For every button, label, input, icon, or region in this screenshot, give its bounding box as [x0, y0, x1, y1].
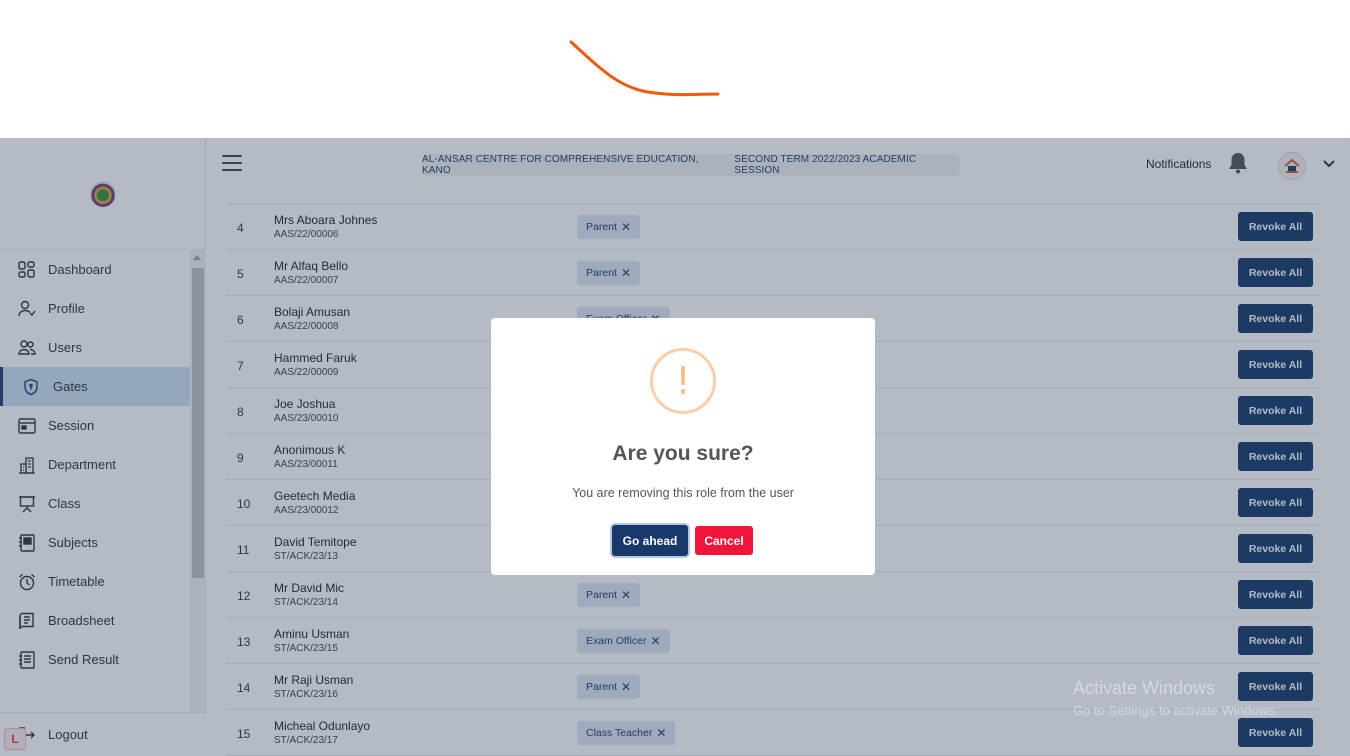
windows-activation-watermark: Activate Windows Go to Settings to activ…	[1073, 678, 1278, 718]
dialog-title: Are you sure?	[612, 442, 754, 465]
watermark-subtitle: Go to Settings to activate Windows.	[1073, 703, 1279, 718]
dialog-message: You are removing this role from the user	[572, 486, 794, 500]
annotation-area	[0, 0, 1350, 138]
confirm-dialog: ! Are you sure? You are removing this ro…	[491, 318, 875, 575]
warning-icon: !	[650, 348, 716, 414]
watermark-title: Activate Windows	[1073, 678, 1216, 698]
cancel-button[interactable]: Cancel	[695, 526, 753, 555]
annotation-stroke	[569, 40, 720, 97]
go-ahead-button[interactable]: Go ahead	[612, 525, 688, 556]
